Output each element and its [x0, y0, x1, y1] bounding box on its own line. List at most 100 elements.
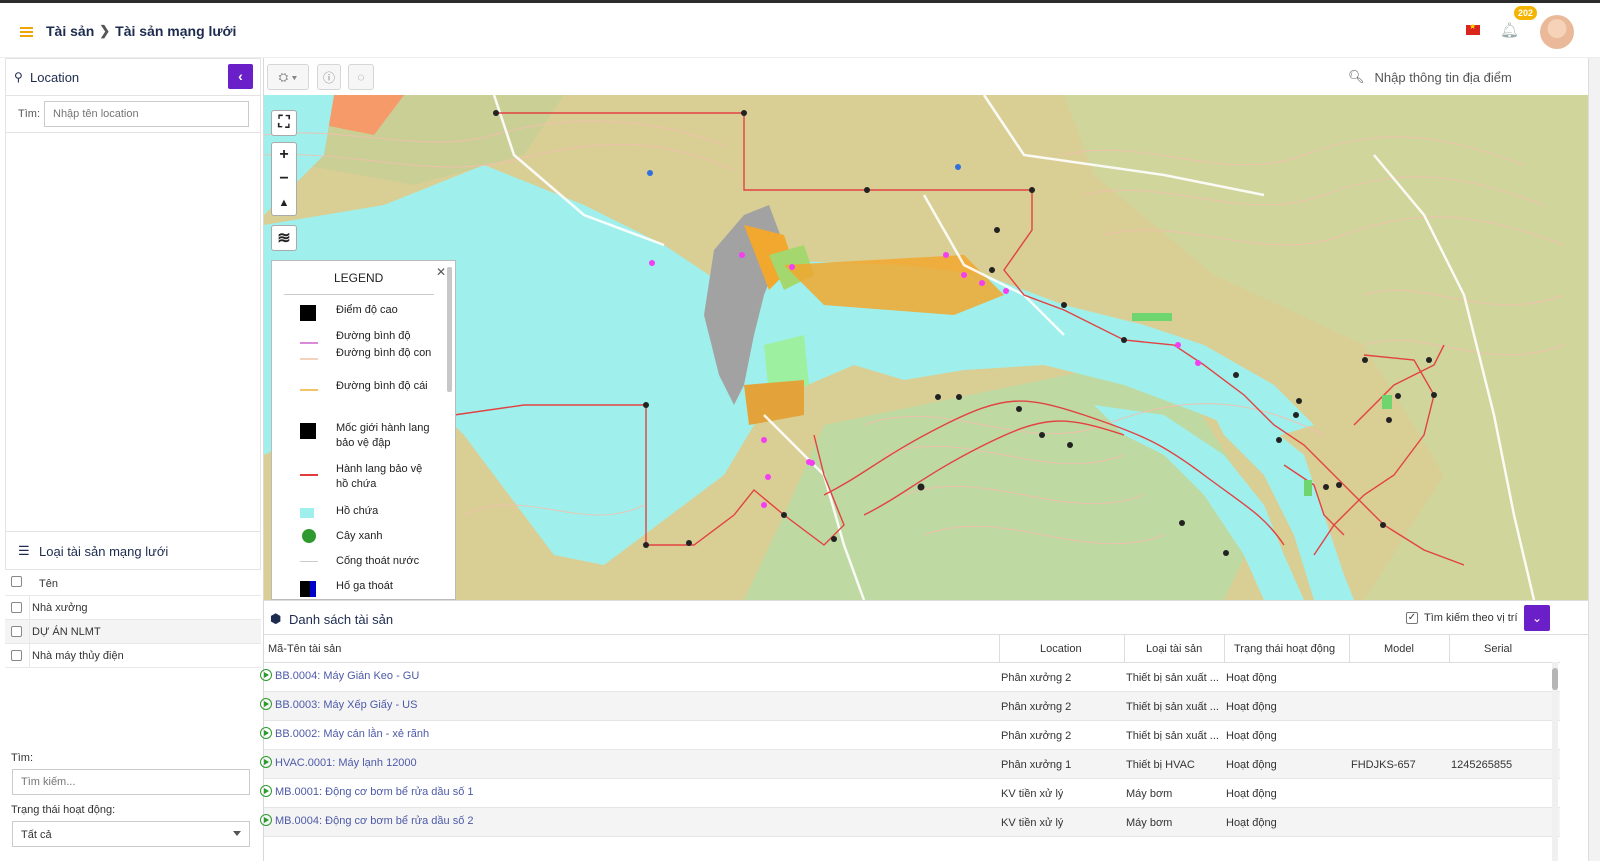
- fill-symbol-icon: [300, 508, 314, 518]
- asset-list-scrollbar[interactable]: [1552, 662, 1558, 861]
- table-row[interactable]: BB.0003: Máy Xếp Giấy - US Phân xưởng 2 …: [260, 692, 1560, 721]
- bell-icon[interactable]: 🔔︎: [1500, 21, 1519, 39]
- column-header-serial[interactable]: Serial: [1484, 643, 1512, 655]
- asset-status: Hoạt động: [1226, 701, 1277, 713]
- layer-select-button[interactable]: ⛭ ▾: [267, 64, 309, 90]
- draw-tool-icon[interactable]: ◌: [348, 64, 374, 90]
- column-header-name[interactable]: Mã-Tên tài sản: [268, 643, 341, 655]
- asset-location: KV tiền xử lý: [1001, 788, 1064, 800]
- legend-scrollbar[interactable]: [447, 267, 452, 392]
- position-filter-label: Tìm kiếm theo vị trí: [1424, 612, 1518, 624]
- line-symbol-icon: [300, 561, 318, 562]
- notification-badge: 202: [1514, 6, 1538, 20]
- asset-name-link[interactable]: BB.0004: Máy Gián Keo - GU: [275, 670, 419, 682]
- asset-type-header-row: Tên: [5, 570, 261, 596]
- asset-type-label: Nhà máy thủy điện: [32, 650, 124, 662]
- asset-type: Thiết bị sản xuất ...: [1126, 672, 1219, 684]
- location-search-row: Tìm:: [5, 96, 261, 132]
- zoom-out-button[interactable]: −: [272, 167, 296, 191]
- asset-name-link[interactable]: BB.0002: Máy cán lằn - xẻ rãnh: [275, 728, 429, 740]
- layers-button[interactable]: ≋: [271, 225, 297, 251]
- map-legend: LEGEND ✕ Điểm độ cao Đường bình độ Đường…: [271, 260, 456, 600]
- position-filter[interactable]: ✓ Tìm kiếm theo vị trí: [1406, 612, 1518, 624]
- asset-name-link[interactable]: BB.0003: Máy Xếp Giấy - US: [275, 699, 417, 711]
- asset-type-checkbox[interactable]: [11, 650, 22, 661]
- language-flag-icon[interactable]: [1466, 22, 1480, 35]
- asset-name-link[interactable]: MB.0001: Động cơ bơm bể rửa dầu số 1: [275, 786, 474, 798]
- map-search-placeholder[interactable]: Nhập thông tin địa điểm: [1375, 70, 1512, 85]
- play-circle-icon[interactable]: [260, 785, 272, 797]
- search-label: Tìm:: [11, 752, 33, 764]
- table-row[interactable]: BB.0004: Máy Gián Keo - GU Phân xưởng 2 …: [260, 663, 1560, 692]
- play-circle-icon[interactable]: [260, 727, 272, 739]
- fullscreen-button[interactable]: ⛶: [271, 110, 297, 136]
- square-symbol-icon: [300, 423, 316, 439]
- asset-location: Phân xưởng 1: [1001, 759, 1072, 771]
- map-search[interactable]: 🔍︎ Nhập thông tin địa điểm: [1348, 67, 1578, 87]
- layers-icon: ≋: [277, 230, 291, 247]
- manhole-icon: [300, 581, 316, 597]
- search-icon: 🔍︎: [1348, 69, 1365, 84]
- line-symbol-icon: [300, 474, 318, 476]
- select-all-checkbox[interactable]: [11, 576, 22, 587]
- expand-list-button[interactable]: ⌄: [1524, 605, 1550, 631]
- breadcrumb-root[interactable]: Tài sản: [46, 23, 94, 39]
- breadcrumb: Tài sản ❯ Tài sản mạng lưới: [46, 23, 236, 39]
- table-row[interactable]: MB.0001: Động cơ bơm bể rửa dầu số 1 KV …: [260, 779, 1560, 808]
- play-circle-icon[interactable]: [260, 698, 272, 710]
- compass-icon[interactable]: ▲: [272, 191, 296, 215]
- asset-type-header: ☰ Loại tài sản mạng lưới: [5, 532, 261, 570]
- status-filter-value: Tất cả: [21, 829, 52, 841]
- chevron-down-icon: [233, 831, 241, 836]
- map-toolbar: ⛭ ▾ ⓘ ◌ 🔍︎ Nhập thông tin địa điểm: [264, 58, 1588, 95]
- zoom-controls: + − ▲: [271, 142, 297, 216]
- list-icon: ☰: [18, 543, 30, 558]
- asset-type-row[interactable]: Nhà xưởng: [5, 596, 261, 620]
- asset-search-input[interactable]: [12, 769, 250, 795]
- table-row[interactable]: HVAC.0001: Máy lạnh 12000 Phân xưởng 1 T…: [260, 750, 1560, 779]
- asset-name-link[interactable]: MB.0004: Động cơ bơm bể rửa dầu số 2: [275, 815, 474, 827]
- asset-type-checkbox[interactable]: [11, 626, 22, 637]
- line-symbol-icon: [300, 389, 318, 391]
- avatar[interactable]: [1540, 15, 1574, 49]
- asset-type-label: DỰ ÁN NLMT: [32, 626, 101, 638]
- status-filter-select[interactable]: Tất cả: [12, 821, 250, 847]
- close-icon[interactable]: ✕: [436, 265, 446, 279]
- position-filter-checkbox[interactable]: ✓: [1406, 612, 1418, 624]
- table-row[interactable]: MB.0004: Động cơ bơm bể rửa dầu số 2 KV …: [260, 808, 1560, 837]
- map-pin-icon: ⚲: [14, 70, 23, 84]
- app-header: Tài sản ❯ Tài sản mạng lưới 🔔︎ 202: [0, 3, 1600, 58]
- chevron-right-icon: ❯: [99, 23, 111, 38]
- map-view[interactable]: ⛶ + − ▲ ≋ LEGEND ✕ Điểm độ cao Đường bìn…: [264, 95, 1588, 600]
- map-canvas[interactable]: [264, 95, 1588, 600]
- tree-icon: [302, 529, 316, 543]
- play-circle-icon[interactable]: [260, 756, 272, 768]
- asset-type-row[interactable]: DỰ ÁN NLMT: [5, 620, 261, 644]
- play-circle-icon[interactable]: [260, 814, 272, 826]
- info-icon[interactable]: ⓘ: [317, 64, 341, 90]
- asset-name-link[interactable]: HVAC.0001: Máy lạnh 12000: [275, 757, 417, 769]
- column-header-model[interactable]: Model: [1384, 643, 1414, 655]
- location-search-input[interactable]: [44, 101, 249, 127]
- asset-serial: 1245265855: [1451, 759, 1513, 771]
- asset-status: Hoạt động: [1226, 730, 1277, 742]
- asset-type-checkbox[interactable]: [11, 602, 22, 613]
- column-header-type[interactable]: Loại tài sản: [1146, 643, 1202, 655]
- hamburger-menu-icon[interactable]: [20, 27, 33, 37]
- asset-status: Hoạt động: [1226, 788, 1277, 800]
- asset-location: Phân xưởng 2: [1001, 730, 1072, 742]
- asset-type-row[interactable]: Nhà máy thủy điện: [5, 644, 261, 668]
- cubes-icon: ⬢: [270, 611, 282, 626]
- asset-list-panel: ⬢ Danh sách tài sản ✓ Tìm kiếm theo vị t…: [260, 600, 1588, 861]
- table-row[interactable]: BB.0002: Máy cán lằn - xẻ rãnh Phân xưởn…: [260, 721, 1560, 750]
- column-header-location[interactable]: Location: [1040, 643, 1082, 655]
- zoom-in-button[interactable]: +: [272, 143, 296, 167]
- status-filter-label: Trạng thái hoạt động:: [11, 804, 116, 816]
- play-circle-icon[interactable]: [260, 669, 272, 681]
- collapse-panel-button[interactable]: ‹: [228, 64, 253, 89]
- asset-table-header-row: Mã-Tên tài sản Location Loại tài sản Trạ…: [264, 635, 1560, 663]
- asset-status: Hoạt động: [1226, 672, 1277, 684]
- asset-list-header: ⬢ Danh sách tài sản ✓ Tìm kiếm theo vị t…: [264, 601, 1588, 635]
- column-header-status[interactable]: Trạng thái hoạt động: [1234, 643, 1335, 655]
- asset-model: FHDJKS-657: [1351, 759, 1416, 771]
